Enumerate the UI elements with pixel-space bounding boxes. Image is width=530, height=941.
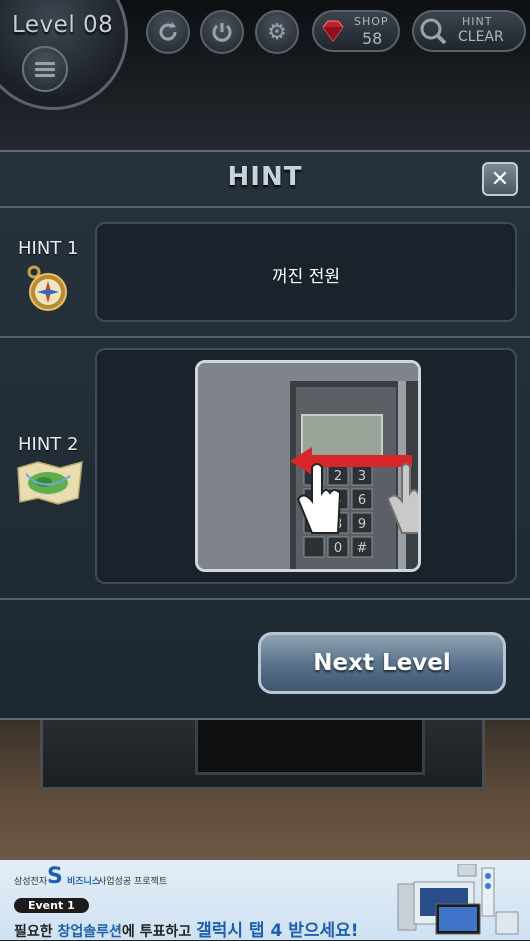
ad-brand: 삼성전자 [14, 877, 48, 887]
divider [0, 598, 530, 600]
ad-s-logo: S [47, 864, 63, 889]
ad-headline-part1: 필요한 [14, 924, 58, 940]
svg-text:#: # [357, 541, 368, 556]
close-icon: ✕ [490, 166, 510, 192]
settings-button[interactable]: ⚙ [255, 10, 299, 54]
level-label: Level 08 [12, 12, 114, 38]
divider [0, 336, 530, 338]
svg-text:0: 0 [334, 541, 342, 556]
svg-text:6: 6 [358, 493, 366, 508]
power-button[interactable] [200, 10, 244, 54]
svg-text:3: 3 [358, 469, 366, 484]
ad-headline-part3: 에 투표하고 [121, 924, 197, 940]
power-icon [212, 23, 232, 42]
shop-count: 58 [362, 29, 383, 48]
hint-2-box: 23 56 89 0# [95, 348, 517, 584]
ad-headline-part4: 갤럭시 탭 4 받으세요! [196, 921, 359, 941]
ad-event-badge: Event 1 [14, 898, 89, 913]
hint-modal: HINT ✕ HINT 1 꺼진 전원 HINT 2 2 3 6 9 0 # N… [0, 150, 530, 720]
menu-icon [35, 59, 55, 80]
hint-clear-button[interactable]: HINT CLEAR [412, 10, 526, 52]
ad-banner[interactable]: 삼성전자 S 비즈니스 사업성공 프로젝트 Event 1 필요한 창업솔루션에… [0, 860, 530, 941]
modal-title: HINT [227, 162, 303, 192]
shop-label: SHOP [354, 15, 389, 28]
ad-headline-part2: 창업솔루션 [57, 924, 122, 940]
refresh-button[interactable] [146, 10, 190, 54]
close-button[interactable]: ✕ [482, 162, 518, 196]
elevator-door-gap [195, 720, 425, 775]
clear-label: CLEAR [458, 29, 504, 45]
hint-1-box: 꺼진 전원 [95, 222, 517, 322]
hint-2-label: HINT 2 [18, 434, 79, 455]
refresh-icon [159, 22, 177, 41]
magnifier-icon [420, 18, 447, 45]
modal-header: HINT ✕ [0, 152, 530, 208]
ad-biz: 비즈니스 [67, 877, 101, 887]
hint-1-label: HINT 1 [18, 238, 79, 259]
shop-button[interactable]: SHOP 58 [312, 10, 400, 52]
next-level-button[interactable]: Next Level [258, 632, 506, 694]
map-icon [14, 458, 86, 510]
gear-icon: ⚙ [267, 19, 287, 45]
keypad-swipe-illustration: 23 56 89 0# [198, 363, 418, 569]
menu-button[interactable] [22, 46, 68, 92]
svg-text:2: 2 [334, 469, 342, 484]
ad-project: 사업성공 프로젝트 [98, 877, 168, 887]
ruby-icon [318, 16, 348, 46]
hint-2-image: 23 56 89 0# [195, 360, 421, 572]
ad-product-image [397, 864, 519, 935]
hint-1-text: 꺼진 전원 [272, 267, 340, 287]
ad-headline: 필요한 창업솔루션에 투표하고 갤럭시 탭 4 받으세요! [14, 916, 359, 941]
hint-label: HINT [462, 15, 493, 28]
svg-text:9: 9 [358, 517, 366, 532]
compass-icon [24, 264, 72, 318]
